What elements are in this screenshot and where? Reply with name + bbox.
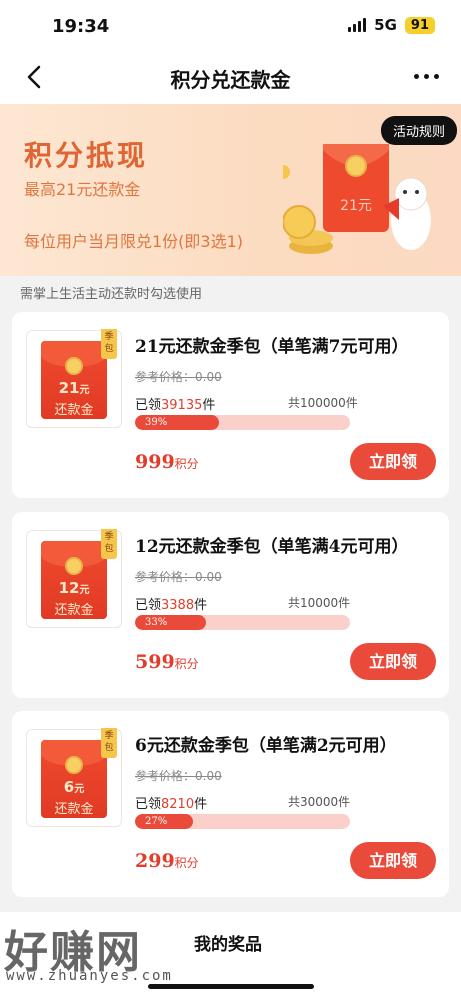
progress-bar: 33% xyxy=(135,615,350,630)
watermark-url: www.zhuanyes.com xyxy=(6,968,173,984)
packet-amount: 6 xyxy=(63,778,75,796)
network-label: 5G xyxy=(374,16,397,34)
packet-label: 还款金 xyxy=(54,802,94,817)
packet-unit: 元 xyxy=(74,784,85,795)
battery-icon: 91 xyxy=(404,16,435,34)
total-stock: 共10000件 xyxy=(288,596,351,610)
reference-price: 参考价格：0.00 xyxy=(135,570,222,584)
my-prizes-link[interactable]: 我的奖品 xyxy=(194,930,262,955)
product-card-6: 6元 还款金 季包 6元还款金季包（单笔满2元可用） 参考价格：0.00 已领8… xyxy=(12,711,449,897)
total-stock: 共100000件 xyxy=(288,396,358,410)
activity-rules-button[interactable]: 活动规则 xyxy=(380,116,457,145)
signal-icon xyxy=(348,18,367,32)
product-card-21: 21元 还款金 季包 21元还款金季包（单笔满7元可用） 参考价格：0.00 已… xyxy=(12,312,449,498)
season-tag: 季包 xyxy=(101,329,117,359)
progress-bar: 39% xyxy=(135,415,350,430)
redeem-button[interactable]: 立即领 xyxy=(350,643,436,680)
claimed-count: 已领8210件 xyxy=(135,797,208,812)
home-indicator xyxy=(148,984,314,989)
packet-unit: 元 xyxy=(79,585,90,596)
points-price: 299积分 xyxy=(135,850,199,872)
nav-bar: 积分兑还款金 xyxy=(0,52,461,104)
redeem-button[interactable]: 立即领 xyxy=(350,842,436,879)
more-icon[interactable] xyxy=(414,74,439,79)
claimed-count: 已领3388件 xyxy=(135,598,208,613)
product-title: 21元还款金季包（单笔满7元可用） xyxy=(135,337,409,357)
red-packet-icon: 6元 还款金 xyxy=(41,740,107,818)
product-title: 6元还款金季包（单笔满2元可用） xyxy=(135,736,397,756)
product-thumbnail: 12元 还款金 季包 xyxy=(26,529,122,628)
packet-unit: 元 xyxy=(79,385,90,396)
status-bar: 19:34 5G 91 xyxy=(0,0,461,52)
points-price: 999积分 xyxy=(135,451,199,473)
reference-price: 参考价格：0.00 xyxy=(135,769,222,783)
red-packet-mascot-illustration: 21元 xyxy=(283,144,431,254)
packet-amount: 12 xyxy=(58,579,80,597)
reference-price: 参考价格：0.00 xyxy=(135,370,222,384)
progress-label: 33% xyxy=(145,617,168,628)
red-packet-icon: 21元 还款金 xyxy=(41,341,107,419)
progress-label: 27% xyxy=(145,816,168,827)
redeem-button[interactable]: 立即领 xyxy=(350,443,436,480)
product-title: 12元还款金季包（单笔满4元可用） xyxy=(135,537,409,557)
packet-amount: 21 xyxy=(58,379,80,397)
banner-packet-amount: 21元 xyxy=(340,198,372,214)
packet-label: 还款金 xyxy=(54,403,94,418)
season-tag: 季包 xyxy=(101,728,117,758)
progress-bar: 27% xyxy=(135,814,350,829)
season-tag: 季包 xyxy=(101,529,117,559)
banner-subtitle: 最高21元还款金 xyxy=(24,180,141,199)
banner-title: 积分抵现 xyxy=(24,139,149,172)
progress-label: 39% xyxy=(145,417,168,428)
product-thumbnail: 21元 还款金 季包 xyxy=(26,329,122,428)
product-thumbnail: 6元 还款金 季包 xyxy=(26,728,122,827)
points-price: 599积分 xyxy=(135,651,199,673)
bottom-area: 好赚网 www.zhuanyes.com 我的奖品 xyxy=(0,912,461,1000)
promo-banner: 积分抵现 最高21元还款金 每位用户当月限兑1份(即3选1) 活动规则 21元 xyxy=(0,104,461,276)
red-packet-icon: 12元 还款金 xyxy=(41,541,107,619)
product-card-12: 12元 还款金 季包 12元还款金季包（单笔满4元可用） 参考价格：0.00 已… xyxy=(12,512,449,698)
total-stock: 共30000件 xyxy=(288,795,351,809)
status-time: 19:34 xyxy=(52,16,110,37)
claimed-count: 已领39135件 xyxy=(135,398,216,413)
page-title: 积分兑还款金 xyxy=(170,68,291,92)
packet-label: 还款金 xyxy=(54,603,94,618)
banner-note: 每位用户当月限兑1份(即3选1) xyxy=(24,232,244,251)
usage-hint: 需掌上生活主动还款时勾选使用 xyxy=(20,287,203,302)
